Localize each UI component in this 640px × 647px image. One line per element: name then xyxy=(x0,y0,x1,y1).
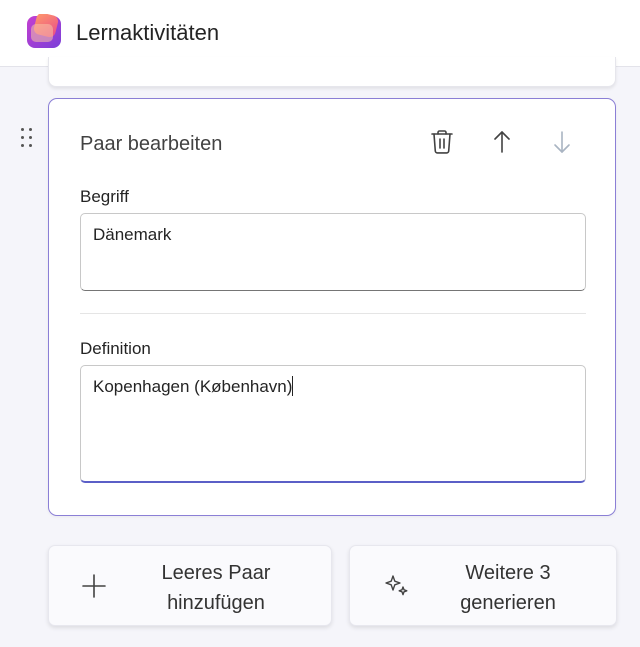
text-caret xyxy=(292,376,294,396)
generate-more-button[interactable]: Weitere 3 generieren xyxy=(349,545,617,626)
arrow-down-icon[interactable] xyxy=(546,126,578,158)
add-empty-pair-label-line1: Leeres Paar xyxy=(161,562,271,584)
edit-pair-card: Paar bearbeiten Begriff Dänemark Definit… xyxy=(48,98,616,516)
learning-activities-logo-icon xyxy=(27,12,63,50)
definition-label: Definition xyxy=(80,339,151,358)
arrow-up-icon[interactable] xyxy=(486,126,518,158)
previous-pair-card[interactable] xyxy=(48,57,616,87)
term-label: Begriff xyxy=(80,187,129,206)
app-title: Lernaktivitäten xyxy=(76,20,220,45)
definition-input[interactable]: Kopenhagen (København) xyxy=(80,365,586,483)
sparkle-icon xyxy=(384,573,410,599)
plus-icon xyxy=(81,573,107,599)
trash-icon[interactable] xyxy=(426,126,458,158)
drag-handle-icon[interactable] xyxy=(19,127,35,149)
term-input[interactable]: Dänemark xyxy=(80,213,586,291)
generate-more-label-line2: generieren xyxy=(460,592,556,614)
definition-value: Kopenhagen (København) xyxy=(93,377,293,396)
generate-more-label-line1: Weitere 3 xyxy=(465,562,551,584)
divider xyxy=(80,313,586,314)
card-title: Paar bearbeiten xyxy=(80,133,223,155)
add-empty-pair-label-line2: hinzufügen xyxy=(167,592,265,614)
add-empty-pair-button[interactable]: Leeres Paar hinzufügen xyxy=(48,545,332,626)
term-value: Dänemark xyxy=(93,225,172,244)
